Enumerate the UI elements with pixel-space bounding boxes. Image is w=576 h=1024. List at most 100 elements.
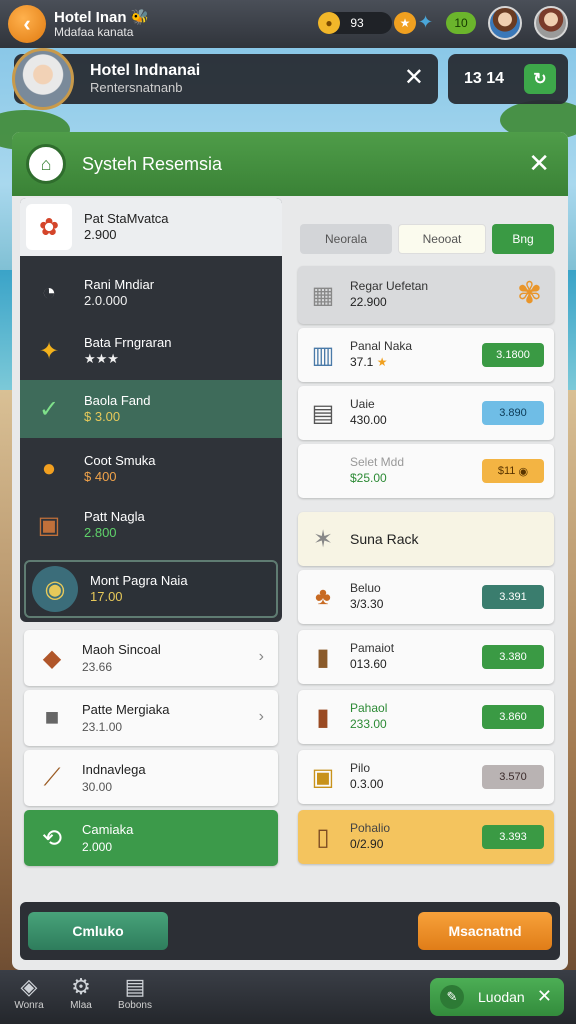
coins-value: 93	[350, 16, 364, 30]
price-button[interactable]: 3.391	[482, 585, 544, 609]
category-value: 2.800	[84, 525, 117, 540]
gems-value: 10	[454, 16, 468, 30]
fish-icon: ✦	[418, 12, 434, 32]
service-item[interactable]: ⟋ Indnavlega 30.00	[24, 750, 278, 806]
service-item[interactable]: ■ Patte Mergiaka 23.1.00 ›	[24, 690, 278, 746]
friend-avatar[interactable]	[534, 6, 568, 40]
pin-icon: ●	[41, 455, 57, 482]
service-item[interactable]: ◆ Maoh Sincoal 23.66 ›	[24, 630, 278, 686]
close-icon[interactable]: ✕	[537, 986, 552, 1007]
category-name: Rani Mndiar	[84, 276, 155, 292]
header-close-button[interactable]: ✕	[404, 66, 424, 90]
category-value: $ 400	[84, 469, 117, 484]
price-button[interactable]: 3.393	[482, 825, 544, 849]
room-item[interactable]: ▣ Pilo 0.3.00 3.570	[298, 750, 554, 804]
category-item[interactable]: ◉ Mont Pagra Naia 17.00	[24, 560, 278, 618]
nav-item-bobons[interactable]: ▤ Bobons	[110, 974, 160, 1011]
service-name: Indnavlega	[82, 762, 146, 778]
player-avatar[interactable]	[488, 6, 522, 40]
food-basket-icon: ▣	[37, 511, 61, 539]
price-button[interactable]: 3.890	[482, 401, 544, 425]
service-list: ◆ Maoh Sincoal 23.66 › ■ Patte Mergiaka 23…	[20, 626, 282, 866]
coin-icon: ◉	[518, 465, 529, 478]
category-name: Mont Pagra Naia	[90, 572, 188, 588]
chevron-right-icon: ›	[258, 708, 264, 725]
nav-label: Bobons	[118, 1000, 152, 1011]
room-name: Uaie	[350, 397, 375, 412]
gems-counter[interactable]: 10	[446, 12, 476, 34]
cancel-button[interactable]: Cmluko	[28, 912, 168, 950]
room-value: 22.900	[350, 295, 387, 309]
nav-item-mlaa[interactable]: ⚙ Mlaa	[56, 974, 106, 1011]
price-button[interactable]: 3.380	[482, 645, 544, 669]
panel-close-button[interactable]: ✕	[528, 150, 550, 176]
tray-icon: ◆	[42, 644, 62, 672]
flower-bouquet-icon: ✾	[516, 277, 542, 310]
toilet-icon: ◔	[41, 279, 57, 306]
category-name: Bata Frngraran	[84, 334, 172, 350]
price-button[interactable]: $11 ◉	[482, 459, 544, 483]
coin-icon: ●	[318, 12, 340, 34]
service-name: Camiaka	[82, 822, 134, 838]
category-item[interactable]: ◔ Rani Mndiar 2.0.000	[20, 264, 282, 322]
category-value: 2.900	[84, 227, 117, 242]
price-button[interactable]: 3.570	[482, 765, 544, 789]
hotel-badge-icon: ⌂	[26, 144, 66, 184]
service-value: 23.1.00	[82, 719, 123, 734]
category-item[interactable]: ✦ Bata Frngraran ★★★	[20, 322, 282, 380]
filter-tab[interactable]: Neooat	[398, 224, 486, 254]
category-item-selected[interactable]: ✓ Baola Fand $ 3.00	[20, 380, 282, 438]
panel-header: ⌂ Systeh Resemsia ✕	[12, 132, 568, 196]
category-rating: ★★★	[84, 351, 119, 366]
room-category-header[interactable]: ▦ Regar Uefetan 22.900 ✾	[298, 266, 554, 324]
app-title: Hotel Inan	[54, 8, 127, 26]
category-name: Baola Fand	[84, 392, 151, 408]
fruit-icon: ♣	[315, 583, 331, 610]
room-item[interactable]: ▮ Pahaol 233.00 3.860	[298, 690, 554, 744]
close-icon: ✕	[528, 148, 550, 178]
room-value: 0/2.90	[350, 837, 384, 851]
bottom-navigation: ◈ Wonra ⚙ Mlaa ▤ Bobons ✎ Luodan ✕	[0, 970, 576, 1024]
room-value: 430.00	[350, 413, 387, 427]
room-item-highlighted[interactable]: ▯ Pohalio 0/2.90 3.393	[298, 810, 554, 864]
coins-counter[interactable]: 93 ●	[318, 12, 392, 34]
room-item[interactable]: ▤ Uaie 430.00 3.890	[298, 386, 554, 440]
layers-icon: ◈	[20, 974, 38, 999]
timer-speedup-button[interactable]: ↻	[524, 64, 556, 94]
category-value: $ 3.00	[84, 409, 121, 424]
service-value: 2.000	[82, 839, 113, 854]
category-item[interactable]: ▣ Patt Nagla 2.800	[20, 496, 282, 554]
room-name: Pamaiot	[350, 641, 395, 656]
room-item[interactable]: ♣ Beluo 3/3.30 3.391	[298, 570, 554, 624]
category-name: Coot Smuka	[84, 452, 156, 468]
section-header: ✶ Suna Rack	[298, 512, 554, 566]
filter-tab[interactable]: Neorala	[300, 224, 392, 254]
timer-value: 13 14	[464, 70, 505, 87]
back-button[interactable]: ‹	[8, 5, 46, 43]
filter-tab-active[interactable]: Bng	[492, 224, 554, 254]
category-item[interactable]: ✿ Pat StaMvatca 2.900	[20, 198, 282, 256]
brush-icon: ⟋	[43, 764, 61, 791]
room-name: Regar Uefetan	[350, 279, 429, 294]
cleaning-icon: ⟲	[41, 824, 63, 852]
room-item[interactable]: ▮ Pamaiot 013.60 3.380	[298, 630, 554, 684]
room-item[interactable]: ▥ Panal Naka 37.1 ★ 3.1800	[298, 328, 554, 382]
reservation-panel: ⌂ Systeh Resemsia ✕ ✿ Pat StaMvatca 2.900…	[12, 132, 568, 970]
confirm-button[interactable]: Msacnatnd	[418, 912, 552, 950]
price-button[interactable]: 3.860	[482, 705, 544, 729]
room-name: Panal Naka	[350, 339, 413, 354]
door-icon: ▯	[316, 823, 330, 851]
hotel-header: Hotel Indnanai Rentersnatnanb ✕	[12, 48, 438, 110]
price-button[interactable]: 3.1800	[482, 343, 544, 367]
category-name: Pat StaMvatca	[84, 210, 169, 226]
category-item[interactable]: ● Coot Smuka $ 400	[20, 440, 282, 498]
service-value: 23.66	[82, 659, 113, 674]
service-item-selected[interactable]: ⟲ Camiaka 2.000	[24, 810, 278, 866]
hotel-name: Hotel Indnanai	[90, 62, 201, 80]
nav-item-wonra[interactable]: ◈ Wonra	[4, 974, 54, 1011]
category-list: ✿ Pat StaMvatca 2.900 ◔ Rani Mndiar 2.0.00…	[20, 198, 282, 622]
room-item[interactable]: Selet Mdd $25.00 $11 ◉	[298, 444, 554, 498]
room-value: 013.60	[350, 657, 387, 671]
nav-cta-button[interactable]: ✎ Luodan ✕	[430, 978, 564, 1016]
cabinet-icon: ▮	[316, 643, 330, 671]
